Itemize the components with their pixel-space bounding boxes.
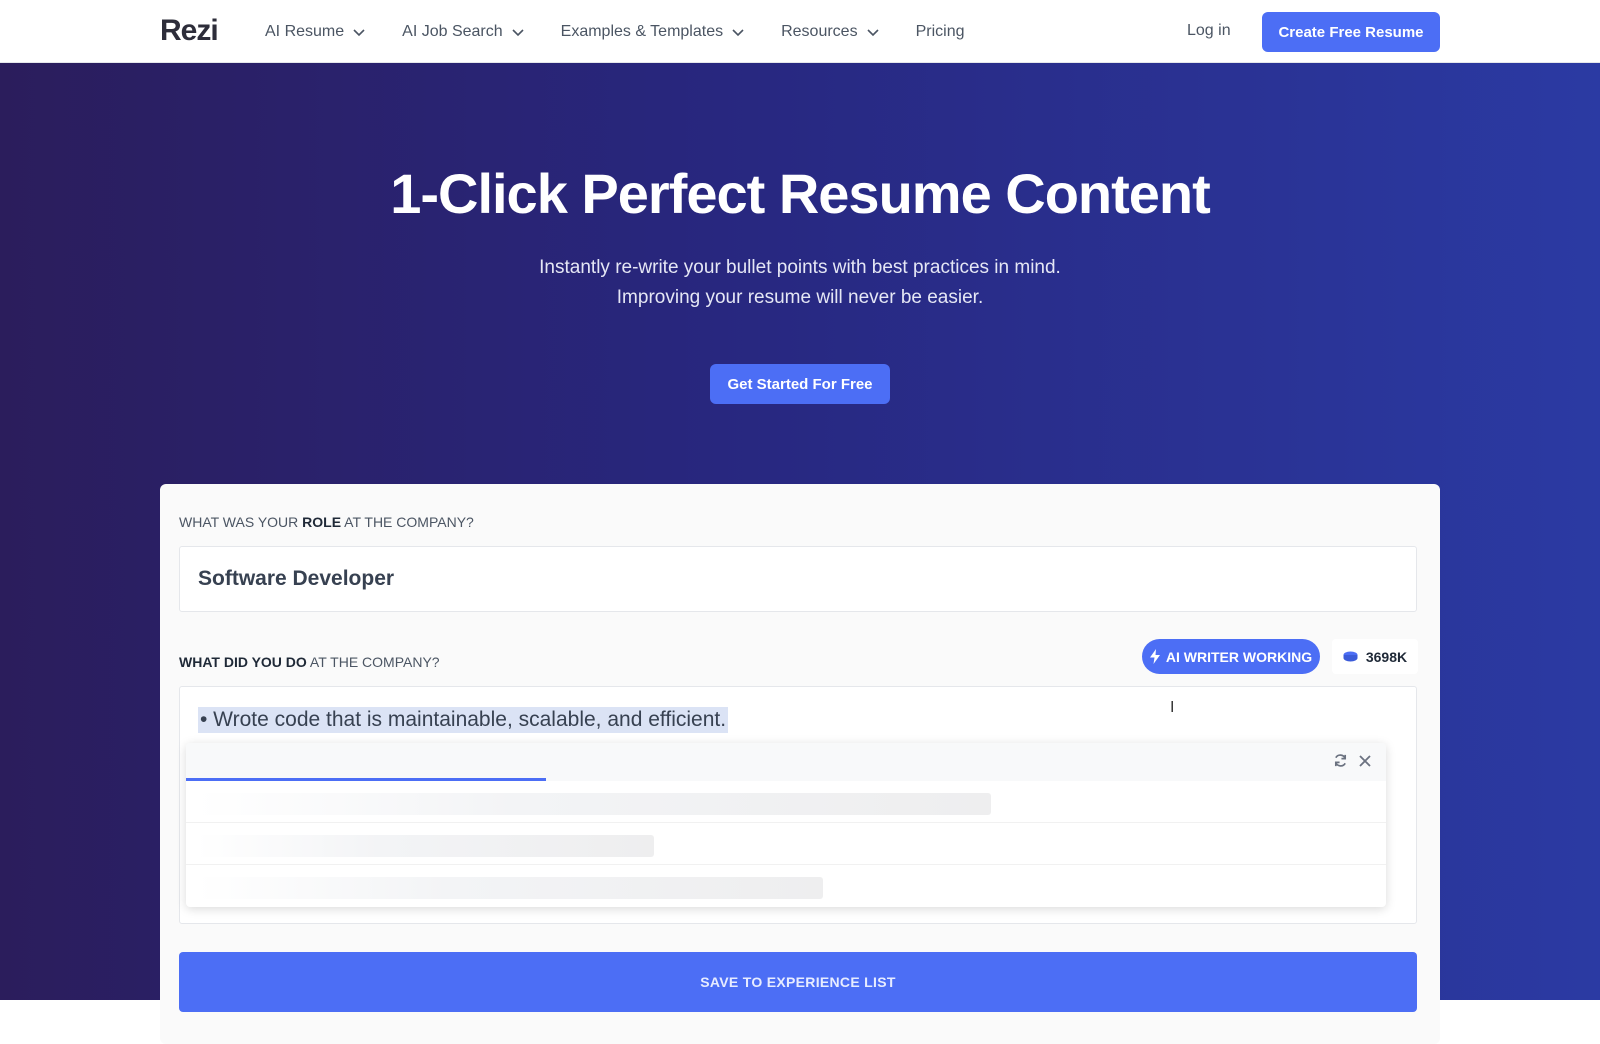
popup-toolbar bbox=[186, 743, 1386, 781]
nav-ai-resume[interactable]: AI Resume bbox=[265, 23, 366, 41]
skeleton-bar bbox=[196, 877, 823, 899]
hero-subtitle-line-2: Improving your resume will never be easi… bbox=[616, 287, 984, 308]
get-started-button[interactable]: Get Started For Free bbox=[710, 364, 890, 404]
hero-subtitle: Instantly re-write your bullet points wi… bbox=[0, 253, 1600, 313]
close-icon[interactable] bbox=[1358, 754, 1372, 768]
bullet-text[interactable]: • Wrote code that is maintainable, scala… bbox=[198, 707, 729, 733]
suggestion-skeleton-row bbox=[186, 823, 1386, 865]
description-label-post: AT THE COMPANY? bbox=[306, 654, 440, 670]
description-label-bold: WHAT DID YOU DO bbox=[179, 654, 307, 670]
chevron-down-icon bbox=[732, 28, 744, 36]
text-cursor-icon: I bbox=[1170, 699, 1175, 716]
nav-ai-job-search[interactable]: AI Job Search bbox=[402, 23, 525, 41]
nav-label: AI Resume bbox=[265, 22, 345, 40]
nav-label: AI Job Search bbox=[402, 22, 503, 40]
popup-actions bbox=[1323, 753, 1372, 768]
nav-resources[interactable]: Resources bbox=[781, 23, 879, 41]
ai-writer-demo-card: WHAT WAS YOUR ROLE AT THE COMPANY? WHAT … bbox=[160, 484, 1440, 1044]
login-link[interactable]: Log in bbox=[1187, 22, 1231, 40]
skeleton-bar bbox=[196, 793, 991, 815]
role-label-post: AT THE COMPANY? bbox=[341, 514, 474, 530]
role-label-bold: ROLE bbox=[302, 514, 342, 530]
skeleton-bar bbox=[196, 835, 654, 857]
ai-badge-label: AI WRITER WORKING bbox=[1165, 648, 1313, 665]
hero-subtitle-line-1: Instantly re-write your bullet points wi… bbox=[539, 257, 1061, 278]
nav-label: Examples & Templates bbox=[560, 22, 724, 40]
token-count: 3698K bbox=[1365, 648, 1408, 665]
nav-pricing[interactable]: Pricing bbox=[916, 23, 965, 41]
token-counter: 3698K bbox=[1332, 639, 1418, 674]
refresh-icon[interactable] bbox=[1333, 753, 1348, 768]
role-label-pre: WHAT WAS YOUR bbox=[179, 514, 303, 530]
coin-stack-icon bbox=[1343, 651, 1358, 662]
main-nav: AI Resume AI Job Search Examples & Templ… bbox=[265, 0, 1000, 63]
ai-suggestions-popup bbox=[186, 743, 1386, 907]
nav-label: Pricing bbox=[915, 22, 965, 40]
chevron-down-icon bbox=[353, 28, 365, 36]
rezi-logo[interactable]: Rezi bbox=[160, 14, 219, 48]
nav-examples-templates[interactable]: Examples & Templates bbox=[561, 23, 745, 41]
ai-writer-status-badge[interactable]: AI WRITER WORKING bbox=[1142, 639, 1320, 674]
nav-label: Resources bbox=[781, 22, 858, 40]
description-label: WHAT DID YOU DO AT THE COMPANY? bbox=[179, 654, 440, 670]
hero-title: 1-Click Perfect Resume Content bbox=[390, 162, 1211, 225]
description-editor[interactable]: • Wrote code that is maintainable, scala… bbox=[179, 686, 1417, 924]
role-label: WHAT WAS YOUR ROLE AT THE COMPANY? bbox=[179, 514, 474, 530]
chevron-down-icon bbox=[512, 28, 524, 36]
chevron-down-icon bbox=[867, 28, 879, 36]
save-to-experience-list-button[interactable]: SAVE TO EXPERIENCE LIST bbox=[179, 952, 1417, 1012]
lightning-icon bbox=[1149, 649, 1160, 664]
role-input[interactable] bbox=[179, 546, 1417, 612]
create-free-resume-button[interactable]: Create Free Resume bbox=[1262, 12, 1440, 52]
site-header: Rezi AI Resume AI Job Search Examples & … bbox=[0, 0, 1600, 63]
suggestion-skeleton-row bbox=[186, 781, 1386, 823]
suggestion-skeleton-row bbox=[186, 865, 1386, 907]
